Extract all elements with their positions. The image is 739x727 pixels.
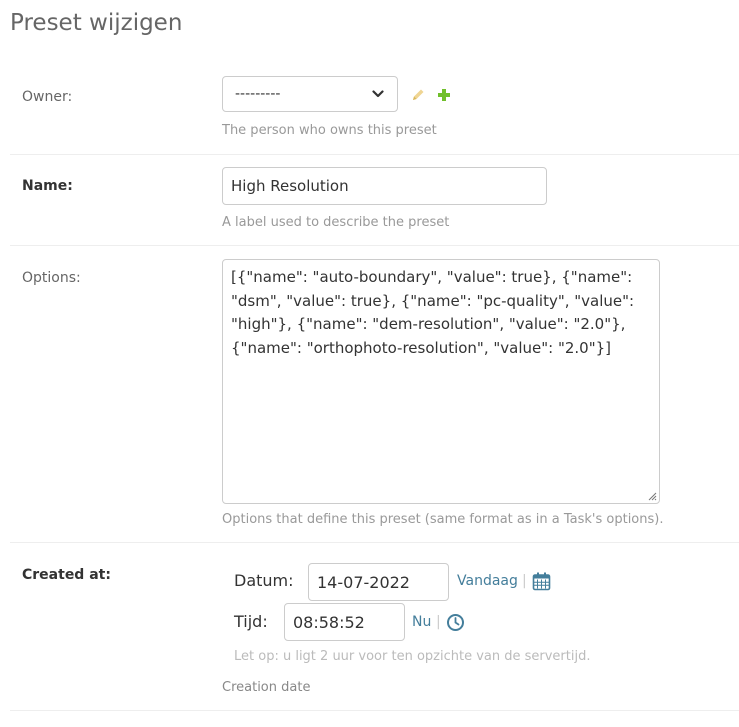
time-separator: | [436,614,441,630]
owner-help-text: The person who owns this preset [222,123,437,138]
name-input[interactable]: High Resolution [222,167,547,205]
form-row-options: Options: [{"name": "auto-boundary", "val… [10,246,739,543]
name-help-text: A label used to describe the preset [222,215,450,230]
now-link[interactable]: Nu [412,614,431,630]
clock-icon[interactable] [446,613,465,632]
time-label: Tijd: [234,612,268,631]
owner-label: Owner: [22,89,73,105]
created-at-help-text: Creation date [222,680,311,695]
resize-grip-icon[interactable] [647,491,657,501]
page-title: Preset wijzigen [10,10,183,36]
calendar-icon[interactable] [532,572,551,591]
timezone-warning: Let op: u ligt 2 uur voor ten opzichte v… [234,649,591,664]
date-separator: | [522,573,527,589]
plus-icon[interactable] [436,87,452,103]
name-label: Name: [22,178,73,194]
created-at-label: Created at: [22,567,111,583]
owner-select[interactable]: --------- [222,76,398,112]
options-textarea[interactable]: [{"name": "auto-boundary", "value": true… [222,259,660,504]
time-input-value: 08:58:52 [293,612,365,632]
name-input-value: High Resolution [231,177,349,195]
time-input[interactable]: 08:58:52 [284,603,405,641]
form-row-name: Name: High Resolution A label used to de… [10,155,739,246]
form-row-owner: Owner: --------- The person who owns thi… [10,63,739,155]
form-row-created-at: Created at: Datum: 14-07-2022 Vandaag | … [10,543,739,711]
owner-select-value: --------- [235,86,281,102]
chevron-down-icon [372,90,384,98]
date-input[interactable]: 14-07-2022 [308,563,449,601]
options-label: Options: [22,270,81,286]
date-label: Datum: [234,571,294,590]
options-help-text: Options that define this preset (same fo… [222,512,664,527]
pencil-icon[interactable] [410,87,426,103]
today-link[interactable]: Vandaag [457,573,518,589]
options-textarea-value: [{"name": "auto-boundary", "value": true… [231,268,635,357]
date-input-value: 14-07-2022 [317,572,410,592]
